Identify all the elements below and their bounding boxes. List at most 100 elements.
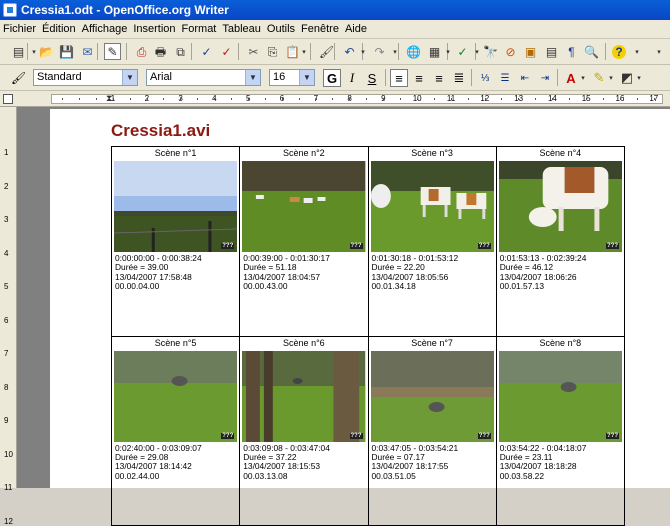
chevron-down-icon[interactable]: ▼ xyxy=(122,70,137,85)
chevron-down-icon[interactable]: ▾ xyxy=(445,43,451,60)
scene-thumbnail[interactable]: ??? xyxy=(498,350,622,442)
styles-icon[interactable]: 🖌 xyxy=(10,69,27,86)
hyperlink-icon[interactable]: 🌐 xyxy=(405,43,422,60)
scene-thumbnail[interactable]: ??? xyxy=(370,161,494,252)
writer-app-icon xyxy=(3,3,17,17)
paste-icon[interactable]: 📋 xyxy=(284,43,301,60)
scene-thumbnail[interactable]: ??? xyxy=(114,161,238,252)
numbering-icon[interactable]: ⅓ xyxy=(476,69,494,87)
menu-2[interactable]: Affichage xyxy=(79,23,131,35)
scene-table[interactable]: Scène n°1??? 0:00:00:00 - 0:00:38:24 Durée… xyxy=(110,146,626,526)
decrease-indent-icon[interactable]: ⇤ xyxy=(516,69,534,87)
ruler-tick xyxy=(247,98,249,100)
vertical-ruler[interactable]: 1 2 3 4 5 6 7 8 9 10 11 12 xyxy=(0,107,17,525)
chevron-down-icon[interactable]: ▾ xyxy=(360,43,366,60)
document-heading[interactable]: Cressia1.avi xyxy=(111,121,210,141)
scene-label: Scène n°2 xyxy=(283,148,325,158)
nonprinting-icon[interactable]: ¶ xyxy=(563,43,580,60)
chevron-down-icon[interactable]: ▾ xyxy=(392,43,398,60)
scene-thumbnail[interactable]: ??? xyxy=(498,161,622,252)
scene-thumbnail[interactable]: ??? xyxy=(242,350,366,442)
autospell-icon[interactable]: ✓ xyxy=(218,43,235,60)
align-right-icon[interactable]: ≡ xyxy=(430,69,448,87)
chevron-down-icon[interactable]: ▾ xyxy=(634,43,640,60)
font-color-icon[interactable]: A xyxy=(562,69,580,87)
vruler-label: 3 xyxy=(4,215,9,224)
save-icon[interactable]: 💾 xyxy=(58,43,75,60)
menu-1[interactable]: Édition xyxy=(39,23,79,35)
pdf-icon[interactable]: ⎙ xyxy=(133,43,150,60)
horizontal-ruler[interactable]: 123456789101112131415161718⧗ xyxy=(0,91,670,107)
datasources-icon[interactable]: ▤ xyxy=(543,43,560,60)
redo-icon[interactable]: ↷ xyxy=(371,43,388,60)
chevron-down-icon[interactable]: ▼ xyxy=(299,70,314,85)
scene-cell[interactable]: Scène n°6??? 0:03:09:08 - 0:03:47:04 Durée… xyxy=(239,335,369,526)
zoom-icon[interactable]: 🔍 xyxy=(583,43,600,60)
table-icon[interactable]: ▦ xyxy=(426,43,443,60)
navigator-icon[interactable]: ⊘ xyxy=(502,43,519,60)
scene-offset: 00.00.43.00 xyxy=(243,281,288,292)
spellcheck-icon[interactable]: ✓ xyxy=(198,43,215,60)
menu-3[interactable]: Insertion xyxy=(130,23,178,35)
chevron-down-icon[interactable]: ▼ xyxy=(245,70,260,85)
cut-icon[interactable]: ✂ xyxy=(245,43,262,60)
menu-7[interactable]: Fenêtre xyxy=(298,23,342,35)
chevron-down-icon[interactable]: ▾ xyxy=(608,69,614,86)
clone-format-icon[interactable]: 🖌 xyxy=(318,43,335,60)
menu-0[interactable]: Fichier xyxy=(0,23,39,35)
scene-cell[interactable]: Scène n°3??? 0:01:30:18 - 0:01:53:12 Durée… xyxy=(367,146,497,337)
chevron-down-icon[interactable]: ▾ xyxy=(301,43,307,60)
scene-cell[interactable]: Scène n°4??? 0:01:53:13 - 0:02:39:24 Durée… xyxy=(495,146,626,337)
scene-cell[interactable]: Scène n°5??? 0:02:40:00 - 0:03:09:07 Durée… xyxy=(110,335,241,526)
increase-indent-icon[interactable]: ⇥ xyxy=(536,69,554,87)
align-left-icon[interactable]: ≡ xyxy=(390,69,408,87)
chevron-down-icon[interactable]: ▾ xyxy=(636,69,642,86)
show-draw-icon[interactable]: ✓ xyxy=(454,43,471,60)
menu-4[interactable]: Format xyxy=(179,23,220,35)
copy-icon[interactable]: ⎘ xyxy=(264,43,281,60)
indent-marker-icon[interactable]: ⧗ xyxy=(106,93,112,104)
scene-row: Scène n°5??? 0:02:40:00 - 0:03:09:07 Durée… xyxy=(110,335,626,526)
chevron-down-icon[interactable]: ▾ xyxy=(656,43,662,60)
chevron-down-icon[interactable]: ▾ xyxy=(31,43,37,60)
print-icon[interactable]: 🖶 xyxy=(152,43,169,60)
highlight-icon[interactable]: ✎ xyxy=(590,69,608,87)
chevron-down-icon[interactable]: ▾ xyxy=(474,43,480,60)
italic-button[interactable]: I xyxy=(343,69,361,87)
background-color-icon[interactable]: ◩ xyxy=(618,69,636,87)
bullets-icon[interactable]: ☰ xyxy=(496,69,514,87)
scene-thumbnail[interactable]: ??? xyxy=(370,350,494,442)
ruler-tick xyxy=(501,98,503,100)
chevron-down-icon[interactable]: ▾ xyxy=(580,69,586,86)
page-preview-icon[interactable]: ⧉ xyxy=(172,43,189,60)
undo-icon[interactable]: ↶ xyxy=(341,43,358,60)
tab-stop-selector[interactable] xyxy=(3,94,13,104)
bold-button[interactable]: G xyxy=(323,69,341,87)
font-name-combo[interactable]: Arial ▼ xyxy=(146,69,261,86)
scene-cell[interactable]: Scène n°1??? 0:00:00:00 - 0:00:38:24 Durée… xyxy=(110,146,241,337)
help-icon[interactable]: ? xyxy=(612,45,626,59)
menu-5[interactable]: Tableau xyxy=(219,23,264,35)
scene-thumbnail[interactable]: ??? xyxy=(114,350,238,442)
paragraph-style-combo[interactable]: Standard ▼ xyxy=(33,69,138,86)
open-icon[interactable]: 📂 xyxy=(38,43,55,60)
edit-mode-icon[interactable]: ✎ xyxy=(104,43,121,60)
scene-row: Scène n°1??? 0:00:00:00 - 0:00:38:24 Durée… xyxy=(110,146,626,337)
menu-6[interactable]: Outils xyxy=(264,23,298,35)
gallery-icon[interactable]: ▣ xyxy=(522,43,539,60)
find-icon[interactable]: 🔭 xyxy=(482,43,499,60)
scene-thumbnail[interactable]: ??? xyxy=(242,161,366,252)
new-icon[interactable]: ▤ xyxy=(10,43,27,60)
ruler-tick xyxy=(585,98,587,100)
justify-icon[interactable]: ≣ xyxy=(450,69,468,87)
underline-button[interactable]: S xyxy=(363,69,381,87)
scene-cell[interactable]: Scène n°7??? 0:03:47:05 - 0:03:54:21 Durée… xyxy=(367,335,497,526)
camera-badge-icon: ??? xyxy=(477,432,491,439)
ruler-tick xyxy=(400,98,401,100)
email-icon[interactable]: ✉ xyxy=(79,43,96,60)
align-center-icon[interactable]: ≡ xyxy=(410,69,428,87)
font-size-combo[interactable]: 16 ▼ xyxy=(269,69,315,86)
scene-cell[interactable]: Scène n°2??? 0:00:39:00 - 0:01:30:17 Durée… xyxy=(239,146,369,337)
scene-cell[interactable]: Scène n°8??? 0:03:54:22 - 0:04:18:07 Durée… xyxy=(495,335,626,526)
menu-8[interactable]: Aide xyxy=(342,23,370,35)
